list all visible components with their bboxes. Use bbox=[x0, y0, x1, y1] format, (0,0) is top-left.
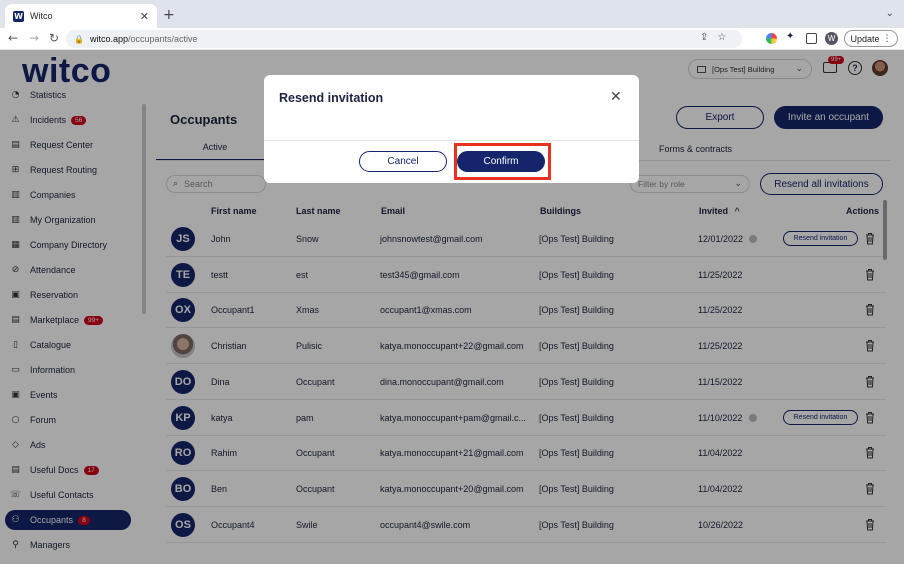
witco-favicon-icon: W bbox=[13, 10, 24, 22]
update-label: Update bbox=[850, 33, 880, 44]
lock-icon: 🔒 bbox=[74, 34, 84, 44]
omnibox-actions: ⇪ ☆ bbox=[700, 32, 726, 43]
extensions-puzzle-icon[interactable]: ✦ bbox=[786, 31, 797, 42]
browser-tab-title: Witco bbox=[30, 11, 53, 21]
url-field[interactable]: 🔒 witco.app/occupants/active bbox=[66, 30, 742, 48]
close-icon[interactable]: ✕ bbox=[610, 89, 622, 105]
bookmark-star-icon[interactable]: ☆ bbox=[717, 32, 726, 43]
share-icon[interactable]: ⇪ bbox=[700, 32, 708, 43]
browser-tab-bar: W Witco ✕ + ⌄ bbox=[0, 0, 904, 28]
forward-arrow-icon[interactable]: → bbox=[29, 31, 39, 45]
side-panel-icon[interactable] bbox=[806, 33, 817, 44]
reload-icon[interactable]: ↻ bbox=[49, 31, 59, 45]
address-bar: ← → ↻ 🔒 witco.app/occupants/active ⇪ ☆ ✦… bbox=[0, 28, 904, 50]
update-button[interactable]: Update ⋮ bbox=[844, 30, 898, 47]
back-arrow-icon[interactable]: ← bbox=[8, 31, 18, 45]
more-menu-icon: ⋮ bbox=[882, 33, 892, 43]
url-host: witco.app bbox=[89, 34, 128, 44]
dialog-title: Resend invitation bbox=[279, 91, 384, 105]
dialog-divider bbox=[264, 140, 639, 141]
confirm-highlight-box bbox=[454, 143, 551, 180]
profile-avatar[interactable]: W bbox=[825, 32, 838, 45]
close-tab-icon[interactable]: ✕ bbox=[140, 10, 149, 23]
cancel-button[interactable]: Cancel bbox=[359, 151, 447, 172]
tab-search-chevron-icon[interactable]: ⌄ bbox=[886, 8, 894, 19]
url-path: /occupants/active bbox=[128, 34, 198, 44]
resend-invitation-dialog: Resend invitation ✕ Cancel Confirm bbox=[264, 75, 639, 183]
color-extension-icon[interactable] bbox=[766, 33, 777, 44]
new-tab-icon[interactable]: + bbox=[163, 7, 175, 23]
browser-tab[interactable]: W Witco ✕ bbox=[5, 4, 157, 28]
